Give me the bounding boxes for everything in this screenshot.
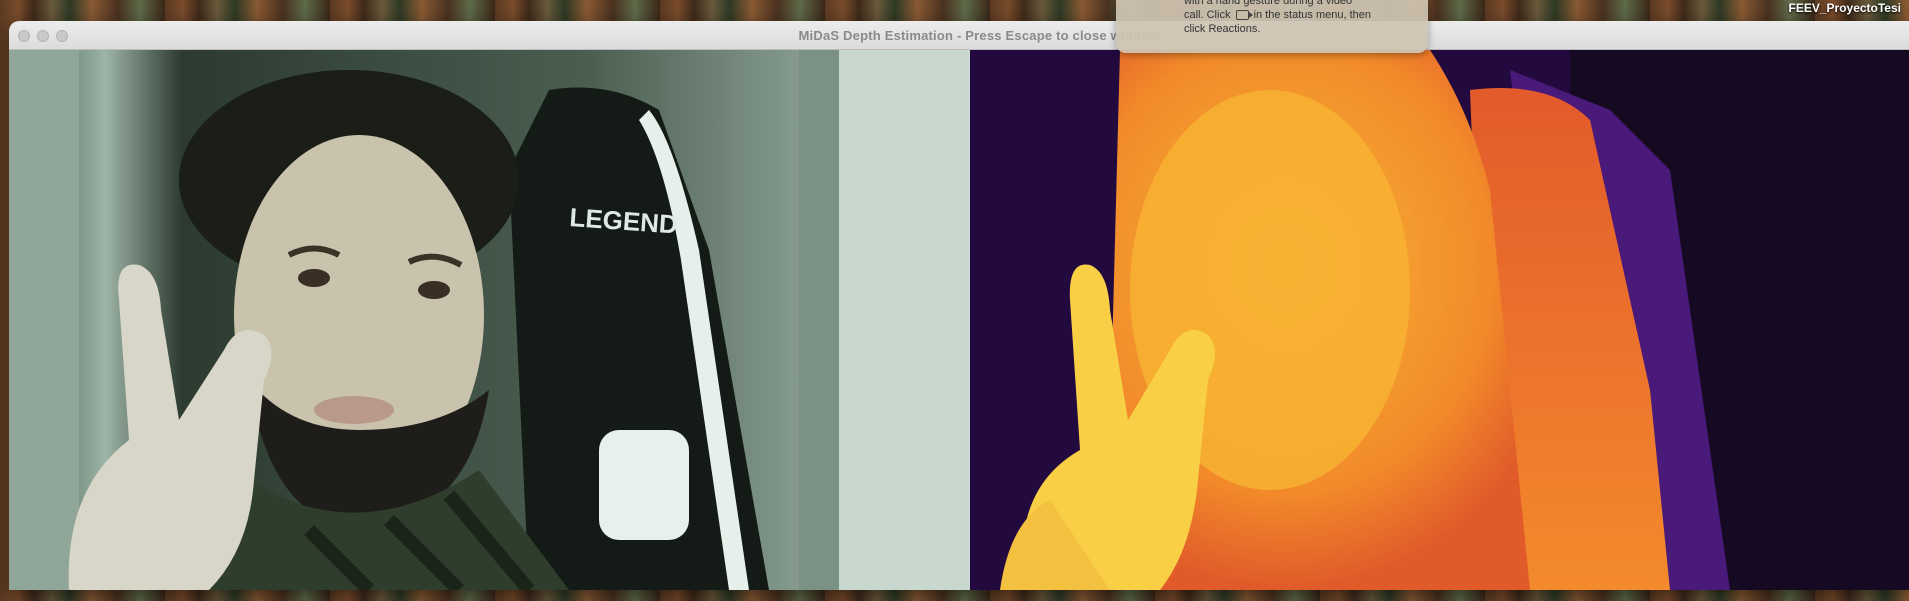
notification-line-2: call. Click in the status menu, then bbox=[1184, 8, 1420, 22]
menubar-user-label[interactable]: FEEV_ProyectoTesi bbox=[1789, 1, 1902, 15]
midas-window[interactable]: MiDaS Depth Estimation - Press Escape to… bbox=[9, 21, 1909, 590]
depth-map-view bbox=[970, 50, 1909, 590]
notification-line-2-start: call. Click bbox=[1184, 9, 1231, 21]
window-title: MiDaS Depth Estimation - Press Escape to… bbox=[798, 28, 1160, 43]
notification-line-2-end: in the status menu, then bbox=[1253, 9, 1371, 21]
notification-text: with a hand gesture during a video call.… bbox=[1184, 0, 1420, 36]
video-camera-icon bbox=[1235, 10, 1253, 21]
notification-line-3: click Reactions. bbox=[1184, 23, 1261, 35]
webcam-view: LEGEND bbox=[9, 50, 970, 590]
window-titlebar[interactable]: MiDaS Depth Estimation - Press Escape to… bbox=[9, 21, 1909, 50]
notification-line-1: with a hand gesture during a video bbox=[1184, 0, 1353, 7]
reactions-notification[interactable]: with a hand gesture during a video call.… bbox=[1116, 0, 1428, 53]
